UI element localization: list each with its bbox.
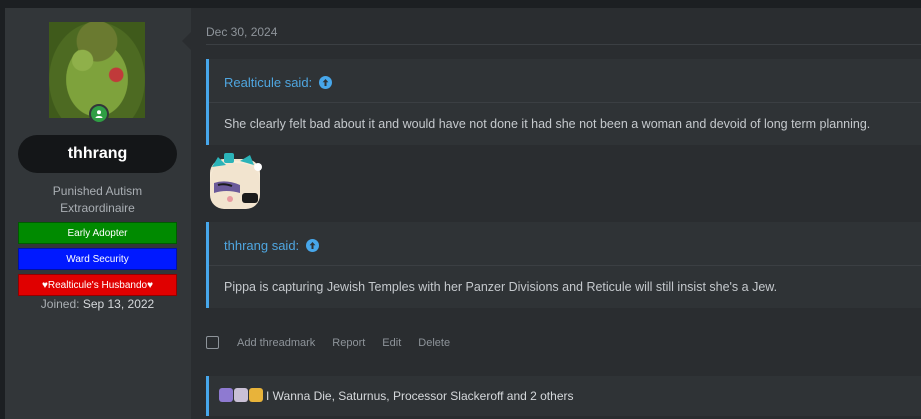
arrow-up-circle-icon[interactable] bbox=[306, 239, 320, 252]
quote-author[interactable]: thhrang said: bbox=[224, 238, 299, 253]
quote-text: She clearly felt bad about it and would … bbox=[224, 117, 871, 131]
user-title-line-2: Extraordinaire bbox=[60, 201, 135, 215]
user-sidebar: thhrang Punished Autism Extraordinaire E… bbox=[5, 8, 191, 419]
user-title-line-1: Punished Autism bbox=[52, 184, 143, 198]
joined-date: Sep 13, 2022 bbox=[82, 297, 155, 311]
emote-image bbox=[210, 153, 262, 209]
banner-husbando: ♥Realticule's Husbando♥ bbox=[18, 274, 177, 296]
edit-link[interactable]: Edit bbox=[382, 337, 401, 349]
quote-text: Pippa is capturing Jewish Temples with h… bbox=[224, 280, 778, 294]
add-threadmark-link[interactable]: Add threadmark bbox=[237, 337, 315, 349]
post-arrow bbox=[182, 32, 191, 50]
select-checkbox[interactable] bbox=[206, 336, 219, 349]
joined-label: Joined: bbox=[40, 297, 80, 311]
joined-info: Joined: Sep 13, 2022 bbox=[18, 297, 177, 311]
reaction-users[interactable]: I Wanna Die, Saturnus, Processor Slacker… bbox=[266, 389, 574, 403]
quote-block: thhrang said: Pippa is capturing Jewish … bbox=[206, 222, 921, 308]
banner-early-adopter: Early Adopter bbox=[18, 222, 177, 244]
quote-header[interactable]: Realticule said: bbox=[224, 75, 333, 90]
post-actions: Add threadmark Report Edit Delete bbox=[206, 336, 467, 349]
user-title: Punished Autism Extraordinaire bbox=[18, 183, 177, 217]
reaction-icon-2[interactable] bbox=[234, 388, 248, 402]
reaction-icon-1[interactable] bbox=[219, 388, 233, 402]
reactions-bar: I Wanna Die, Saturnus, Processor Slacker… bbox=[206, 376, 921, 416]
quote-divider bbox=[209, 102, 921, 103]
username[interactable]: thhrang bbox=[18, 135, 177, 173]
arrow-up-circle-icon[interactable] bbox=[319, 76, 333, 89]
post-date[interactable]: Dec 30, 2024 bbox=[206, 25, 277, 39]
report-link[interactable]: Report bbox=[332, 337, 365, 349]
online-status-icon bbox=[89, 104, 109, 124]
reaction-icons bbox=[219, 388, 264, 402]
quote-divider bbox=[209, 265, 921, 266]
header-divider bbox=[206, 44, 921, 45]
quote-author[interactable]: Realticule said: bbox=[224, 75, 312, 90]
banner-ward-security: Ward Security bbox=[18, 248, 177, 270]
message-post: thhrang Punished Autism Extraordinaire E… bbox=[5, 8, 921, 419]
reaction-icon-3[interactable] bbox=[249, 388, 263, 402]
quote-block: Realticule said: She clearly felt bad ab… bbox=[206, 59, 921, 145]
quote-header[interactable]: thhrang said: bbox=[224, 238, 320, 253]
delete-link[interactable]: Delete bbox=[418, 337, 450, 349]
